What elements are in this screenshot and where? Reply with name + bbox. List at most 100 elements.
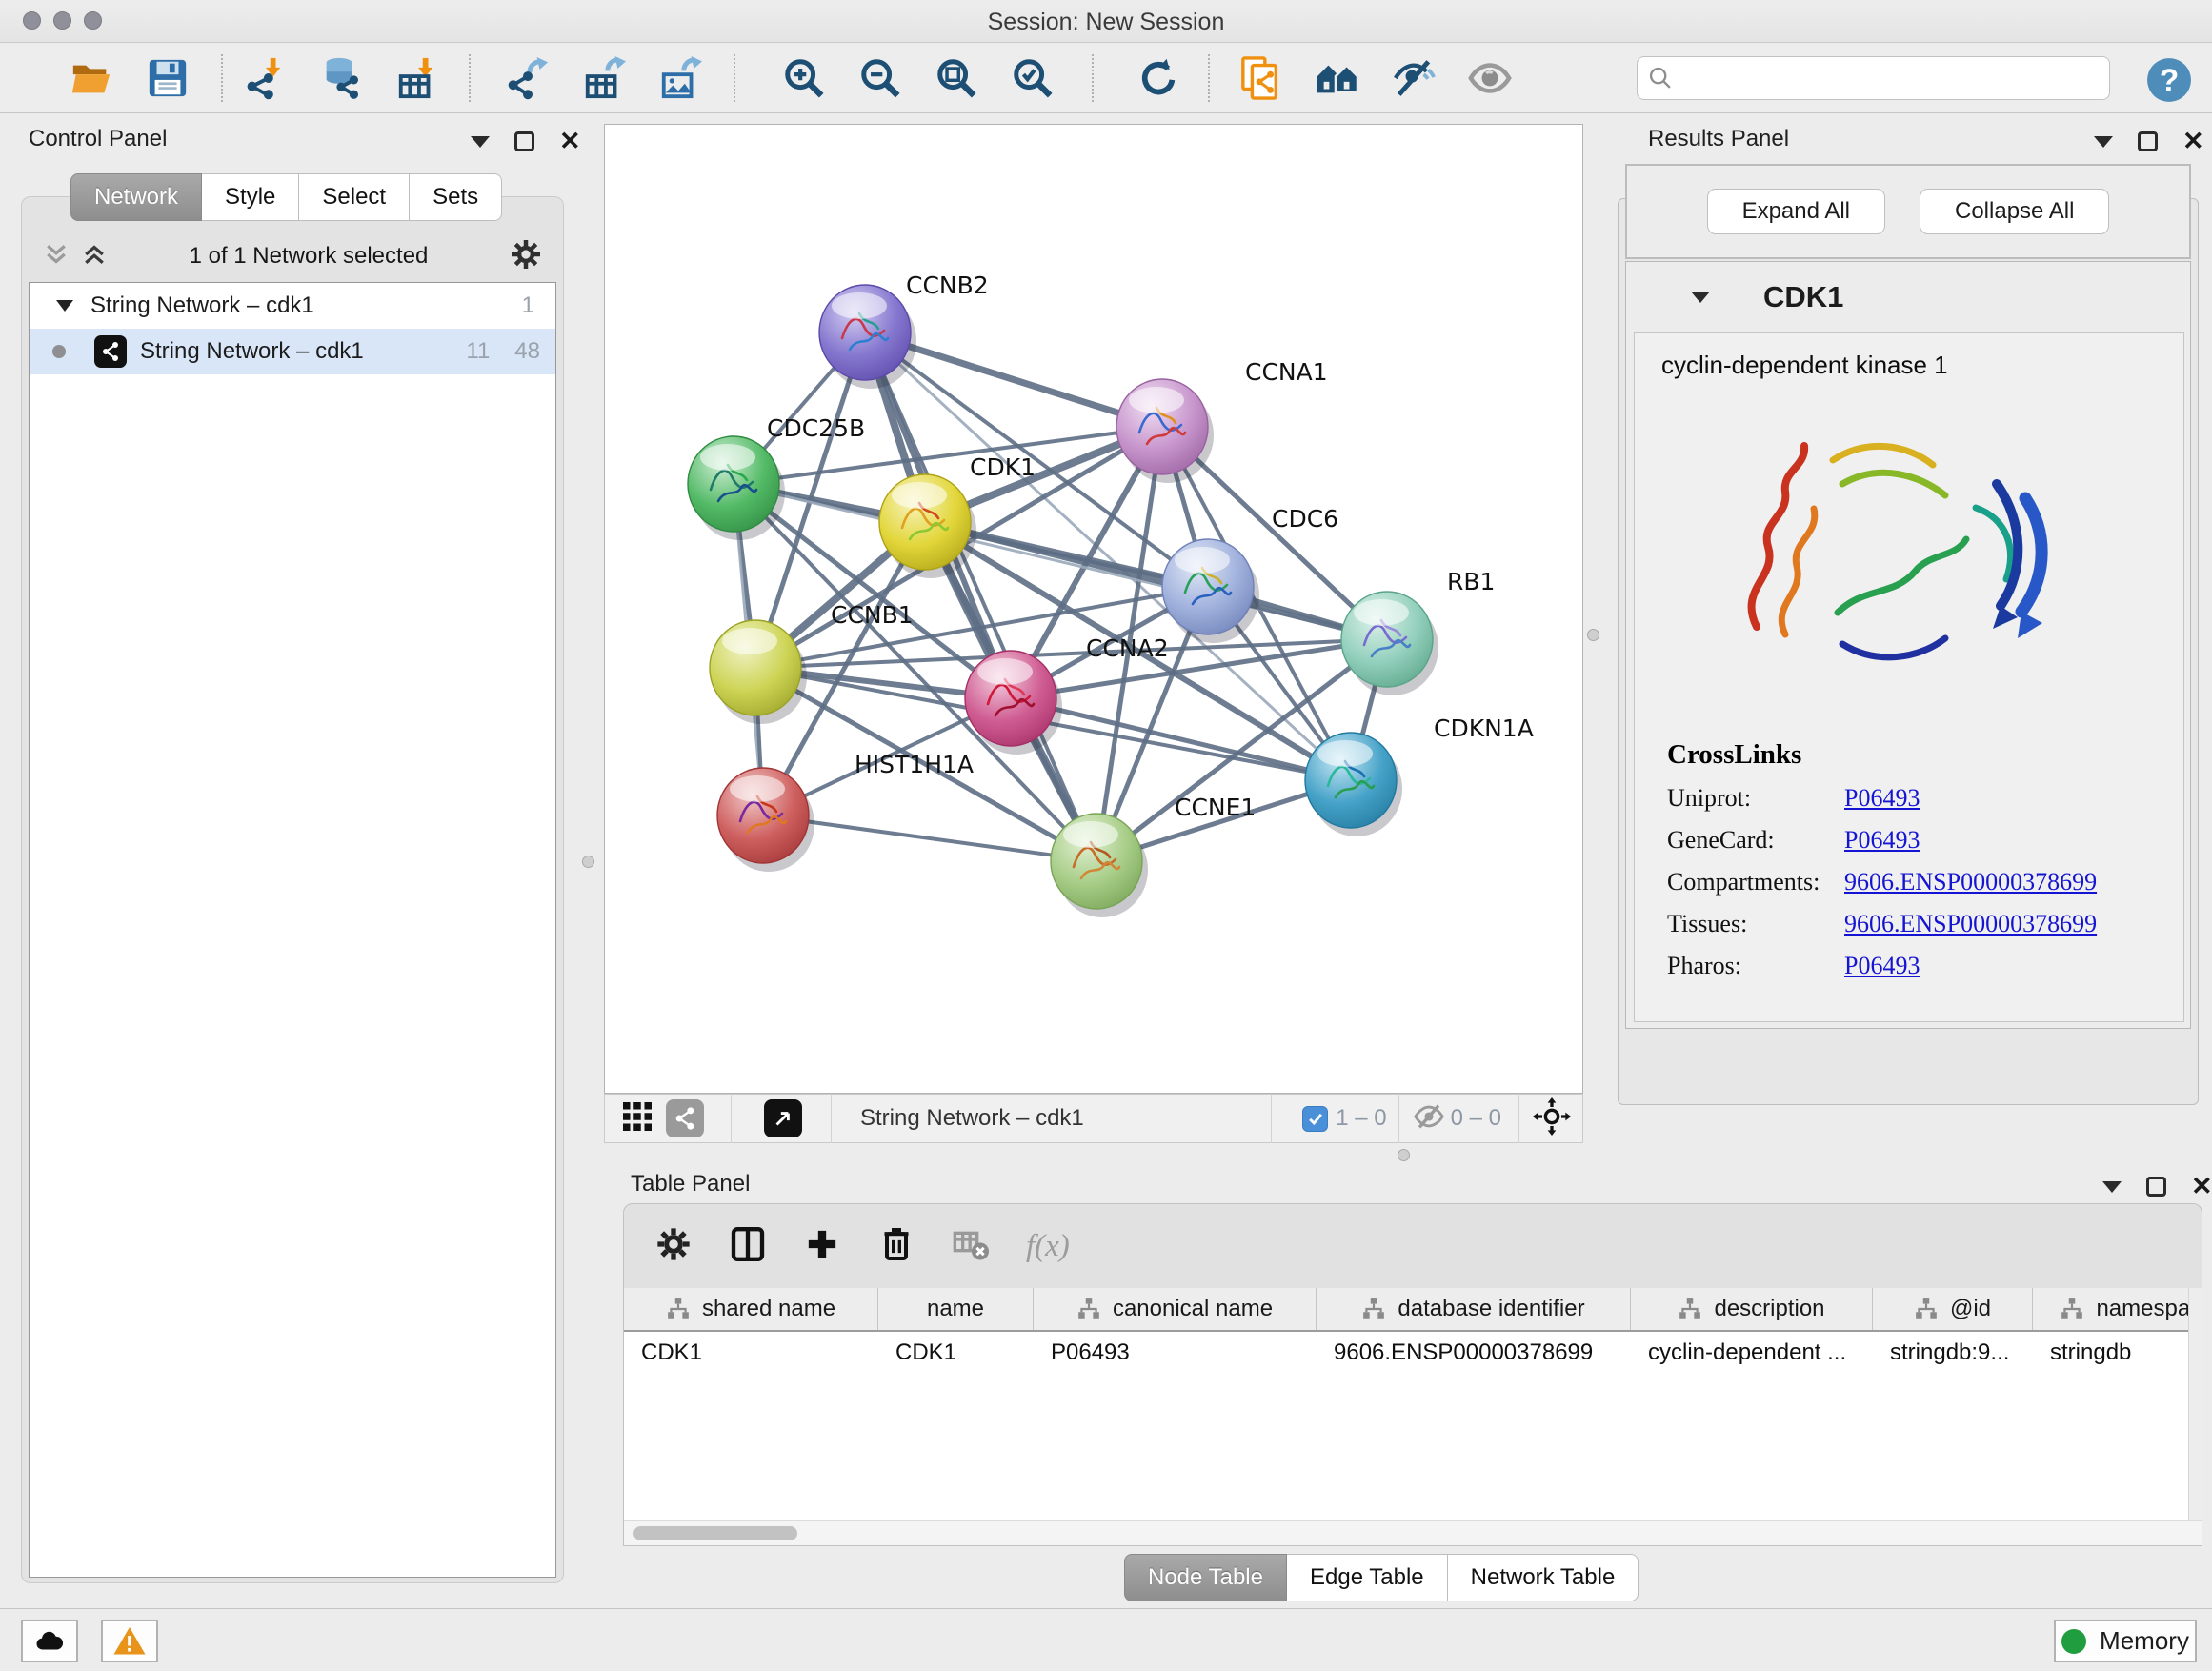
cloud-status-button[interactable] <box>21 1620 78 1662</box>
column-header-canonical-name[interactable]: canonical name <box>1034 1288 1317 1330</box>
network-node-CDC6[interactable] <box>1162 539 1259 643</box>
tab-select[interactable]: Select <box>299 173 410 221</box>
memory-button[interactable]: Memory <box>2054 1620 2197 1662</box>
open-in-new-icon[interactable] <box>764 1099 802 1137</box>
network-tree-root-row[interactable]: String Network – cdk1 1 <box>30 283 555 329</box>
table-panel-maximize-icon[interactable] <box>2146 1177 2166 1197</box>
tab-network[interactable]: Network <box>70 173 202 221</box>
pan-tool-icon[interactable] <box>1533 1097 1571 1140</box>
import-network-icon[interactable] <box>240 56 290 100</box>
grid-view-icon[interactable] <box>620 1099 654 1138</box>
gene-section-header[interactable]: CDK1 <box>1626 262 2190 332</box>
network-node-CCNE1[interactable] <box>1051 814 1148 917</box>
left-splitter-handle[interactable] <box>582 856 594 868</box>
network-node-CDKN1A[interactable] <box>1305 733 1402 836</box>
function-builder-icon[interactable]: f(x) <box>1026 1229 1070 1264</box>
gene-collapse-icon[interactable] <box>1691 292 1710 303</box>
table-panel-float-icon[interactable] <box>2102 1181 2122 1193</box>
vertical-scrollbar[interactable] <box>2188 1288 2202 1520</box>
crosslink-link[interactable]: P06493 <box>1844 826 1920 855</box>
right-splitter-handle[interactable] <box>1587 629 1599 641</box>
tab-network-table[interactable]: Network Table <box>1448 1554 1639 1601</box>
table-cell[interactable]: stringdb <box>2033 1339 2202 1366</box>
export-table-icon[interactable] <box>579 56 629 100</box>
control-panel: Control Panel ✕ Network Style Select Set… <box>8 122 573 1589</box>
zoom-in-icon[interactable] <box>779 56 829 100</box>
crosslink-link[interactable]: 9606.ENSP00000378699 <box>1844 868 2097 896</box>
tab-style[interactable]: Style <box>202 173 299 221</box>
column-header-description[interactable]: description <box>1631 1288 1873 1330</box>
export-image-icon[interactable] <box>655 56 705 100</box>
delete-column-icon[interactable] <box>877 1225 915 1268</box>
results-panel-close-icon[interactable]: ✕ <box>2182 131 2204 151</box>
import-network-from-database-icon[interactable] <box>316 56 366 100</box>
table-cell[interactable]: CDK1 <box>624 1339 878 1366</box>
share-view-icon[interactable] <box>666 1099 704 1137</box>
warning-icon <box>112 1624 147 1659</box>
expand-all-button[interactable]: Expand All <box>1707 189 1885 234</box>
share-document-icon[interactable] <box>1237 56 1286 100</box>
network-node-HIST1H1A[interactable] <box>717 768 814 872</box>
tab-edge-table[interactable]: Edge Table <box>1287 1554 1448 1601</box>
network-node-CCNA1[interactable] <box>1116 379 1214 483</box>
network-node-CDK1[interactable] <box>879 474 976 578</box>
table-panel-close-icon[interactable]: ✕ <box>2191 1177 2212 1197</box>
help-button[interactable]: ? <box>2145 56 2193 109</box>
horizontal-scrollbar[interactable] <box>624 1520 2202 1545</box>
import-table-icon[interactable] <box>392 56 442 100</box>
crosslink-link[interactable]: P06493 <box>1844 952 1920 980</box>
delete-table-icon[interactable] <box>952 1225 990 1268</box>
network-options-gear-icon[interactable] <box>509 237 543 276</box>
results-panel-float-icon[interactable] <box>2094 136 2113 148</box>
network-node-CDC25B[interactable] <box>688 436 785 540</box>
results-panel-maximize-icon[interactable] <box>2138 131 2158 151</box>
zoom-out-icon[interactable] <box>855 56 905 100</box>
show-all-icon[interactable] <box>1465 56 1515 100</box>
collapse-all-icon[interactable] <box>42 240 70 273</box>
network-node-RB1[interactable] <box>1341 592 1438 695</box>
network-tree-child-row[interactable]: String Network – cdk1 11 48 <box>30 329 555 374</box>
control-panel-maximize-icon[interactable] <box>514 131 534 151</box>
table-cell[interactable]: cyclin-dependent ... <box>1631 1339 1873 1366</box>
selected-count-checkbox[interactable] <box>1302 1106 1328 1132</box>
refresh-view-icon[interactable] <box>1134 56 1183 100</box>
crosslink-link[interactable]: P06493 <box>1844 784 1920 813</box>
network-canvas[interactable]: CCNB2CCNA1CDC25BCDK1CDC6RB1CCNB1CCNA2CDK… <box>604 124 1583 1094</box>
table-cell[interactable]: P06493 <box>1034 1339 1317 1366</box>
tab-node-table[interactable]: Node Table <box>1124 1554 1287 1601</box>
zoom-fit-icon[interactable] <box>932 56 981 100</box>
column-header-database-identifier[interactable]: database identifier <box>1317 1288 1631 1330</box>
network-node-CCNB2[interactable] <box>819 285 916 389</box>
column-header-namespace[interactable]: namespace <box>2033 1288 2202 1330</box>
table-settings-gear-icon[interactable] <box>654 1225 693 1268</box>
table-cell[interactable]: 9606.ENSP00000378699 <box>1317 1339 1631 1366</box>
tab-sets[interactable]: Sets <box>410 173 502 221</box>
control-panel-close-icon[interactable]: ✕ <box>559 131 581 151</box>
results-panel: Results Panel ✕ String Expand All Collap… <box>1610 122 2212 1170</box>
control-panel-float-icon[interactable] <box>471 136 490 148</box>
crosslink-link[interactable]: 9606.ENSP00000378699 <box>1844 910 2097 938</box>
table-panel-title: Table Panel <box>631 1171 750 1197</box>
hide-selected-icon[interactable] <box>1389 56 1438 100</box>
tree-expander-icon[interactable] <box>56 300 73 312</box>
export-network-icon[interactable] <box>503 56 553 100</box>
warning-status-button[interactable] <box>101 1620 158 1662</box>
home-icon[interactable] <box>1313 56 1362 100</box>
split-column-icon[interactable] <box>729 1225 767 1268</box>
add-column-icon[interactable] <box>803 1225 841 1268</box>
table-row[interactable]: CDK1CDK1P064939606.ENSP00000378699cyclin… <box>624 1332 2202 1374</box>
search-input[interactable] <box>1674 65 2083 91</box>
table-cell[interactable]: CDK1 <box>878 1339 1034 1366</box>
expand-all-icon[interactable] <box>80 240 109 273</box>
network-edge-CCNB2-CCNE1[interactable] <box>865 332 1096 861</box>
column-header-shared-name[interactable]: shared name <box>624 1288 878 1330</box>
open-file-icon[interactable] <box>67 56 116 100</box>
column-header--id[interactable]: @id <box>1873 1288 2033 1330</box>
collapse-all-button[interactable]: Collapse All <box>1920 189 2109 234</box>
zoom-selected-icon[interactable] <box>1008 56 1057 100</box>
horizontal-scrollbar-thumb[interactable] <box>633 1526 797 1540</box>
column-header-name[interactable]: name <box>878 1288 1034 1330</box>
save-session-icon[interactable] <box>143 56 192 100</box>
network-edge-CDK1-RB1[interactable] <box>925 522 1387 639</box>
table-cell[interactable]: stringdb:9... <box>1873 1339 2033 1366</box>
